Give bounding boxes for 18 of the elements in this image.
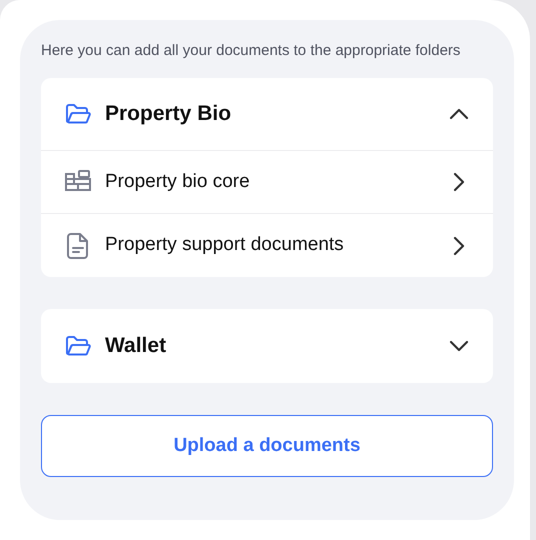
folder-header[interactable]: Wallet — [41, 309, 493, 383]
folder-item[interactable]: Property support documents — [41, 214, 493, 277]
chevron-right-icon — [453, 172, 465, 192]
chevron-down-icon — [449, 340, 469, 352]
chevron-up-icon — [449, 108, 469, 120]
folder-item-label: Property bio core — [105, 170, 251, 194]
upload-button[interactable]: Upload a documents — [41, 415, 493, 477]
bricks-icon — [64, 170, 92, 194]
folder-item-label: Property support documents — [105, 233, 345, 258]
chevron-right-icon — [453, 236, 465, 256]
folder-header[interactable]: Property Bio — [41, 78, 493, 151]
folder-icon — [65, 103, 91, 125]
folder-title: Property Bio — [105, 101, 232, 128]
folder-item[interactable]: Property bio core — [41, 151, 493, 214]
folder-title: Wallet — [105, 333, 168, 360]
description-text: Here you can add all your documents to the appropriate folders — [41, 41, 462, 61]
folder-icon — [65, 335, 91, 357]
document-icon — [67, 232, 89, 258]
